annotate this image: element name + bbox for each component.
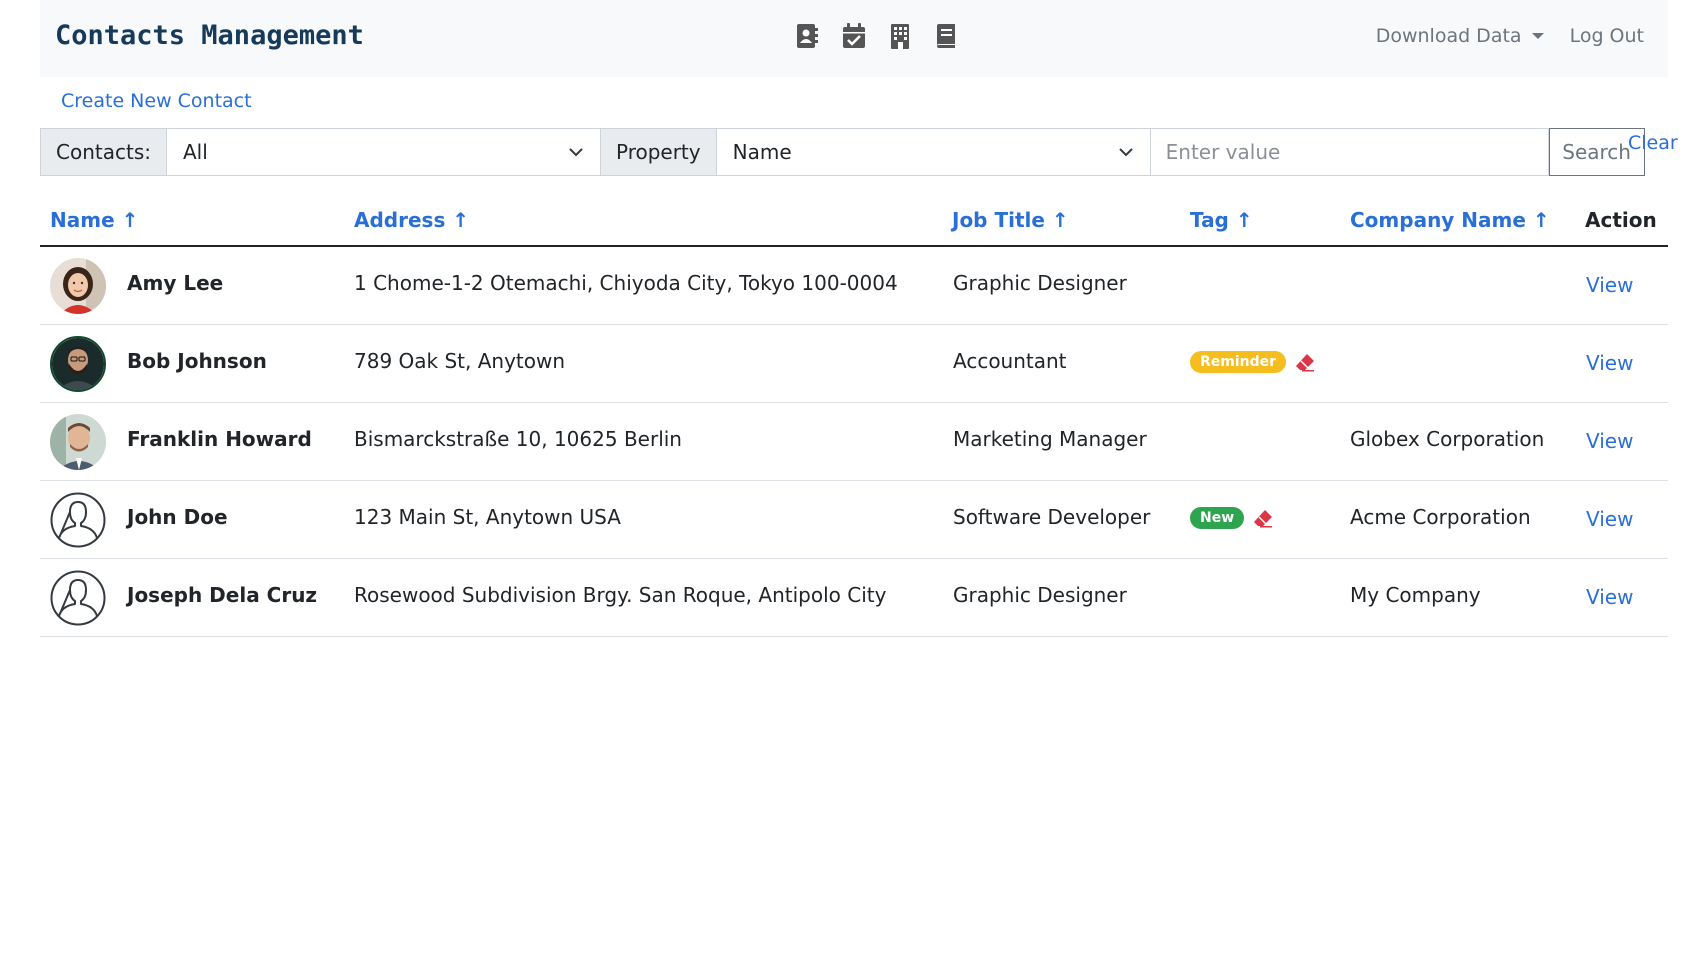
clear-link[interactable]: Clear [1628, 132, 1678, 154]
avatar [50, 414, 106, 470]
filter-bar: Contacts: All Property Name Enter value … [40, 128, 1645, 176]
view-link[interactable]: View [1586, 429, 1633, 453]
contact-job-title: Marketing Manager [953, 427, 1147, 451]
nav-icon-group [796, 22, 958, 50]
contact-company: My Company [1350, 583, 1481, 607]
header-name[interactable]: Name ↑ [50, 208, 138, 232]
tag-cell: New [1190, 507, 1274, 529]
table-header: Name ↑ Address ↑ Job Title ↑ Tag ↑ Compa… [40, 200, 1668, 247]
header-tag[interactable]: Tag ↑ [1190, 208, 1253, 232]
contact-name: Amy Lee [127, 271, 224, 295]
nav-right: Download Data Log Out [1376, 25, 1644, 47]
header-company[interactable]: Company Name ↑ [1350, 208, 1550, 232]
navbar: Contacts Management Download Data Log Ou… [40, 0, 1668, 77]
building-icon[interactable] [888, 22, 912, 50]
contacts-filter-value: All [182, 140, 208, 164]
contact-job-title: Graphic Designer [953, 271, 1127, 295]
tag-badge: Reminder [1190, 351, 1287, 373]
contact-address: Bismarckstraße 10, 10625 Berlin [354, 427, 682, 451]
contact-company: Acme Corporation [1350, 505, 1531, 529]
contacts-filter-select[interactable]: All [166, 128, 601, 176]
table-row: John Doe 123 Main St, Anytown USA Softwa… [40, 481, 1668, 559]
app-title[interactable]: Contacts Management [55, 20, 364, 51]
table-row: Joseph Dela Cruz Rosewood Subdivision Br… [40, 559, 1668, 637]
contact-job-title: Accountant [953, 349, 1067, 373]
property-select[interactable]: Name [716, 128, 1151, 176]
value-input[interactable]: Enter value [1150, 128, 1549, 176]
table-row: Amy Lee 1 Chome-1-2 Otemachi, Chiyoda Ci… [40, 247, 1668, 325]
contact-name: Franklin Howard [127, 427, 312, 451]
calendar-check-icon[interactable] [842, 22, 866, 50]
chevron-down-icon [1118, 148, 1133, 157]
contact-company: Globex Corporation [1350, 427, 1545, 451]
contacts-table: Name ↑ Address ↑ Job Title ↑ Tag ↑ Compa… [40, 200, 1668, 637]
contact-name: John Doe [127, 505, 228, 529]
table-row: Franklin Howard Bismarckstraße 10, 10625… [40, 403, 1668, 481]
book-icon[interactable] [934, 22, 958, 50]
download-data-dropdown[interactable]: Download Data [1376, 25, 1544, 47]
view-link[interactable]: View [1586, 351, 1633, 375]
create-contact-link[interactable]: Create New Contact [61, 90, 252, 112]
contact-address: Rosewood Subdivision Brgy. San Roque, An… [354, 583, 887, 607]
caret-down-icon [1531, 33, 1544, 39]
header-action: Action [1585, 208, 1657, 232]
contact-address: 789 Oak St, Anytown [354, 349, 566, 373]
view-link[interactable]: View [1586, 507, 1633, 531]
contact-name: Bob Johnson [127, 349, 267, 373]
eraser-icon[interactable] [1252, 507, 1274, 529]
table-row: Bob Johnson 789 Oak St, Anytown Accounta… [40, 325, 1668, 403]
tag-cell: Reminder [1190, 351, 1316, 373]
chevron-down-icon [569, 148, 583, 157]
contact-job-title: Software Developer [953, 505, 1151, 529]
view-link[interactable]: View [1586, 585, 1633, 609]
header-address[interactable]: Address ↑ [354, 208, 469, 232]
avatar [50, 258, 106, 314]
contact-address: 123 Main St, Anytown USA [354, 505, 621, 529]
contacts-filter-label: Contacts: [40, 128, 167, 176]
default-user-icon [50, 492, 106, 548]
default-user-icon [50, 570, 106, 626]
eraser-icon[interactable] [1294, 351, 1316, 373]
tag-badge: New [1190, 507, 1245, 529]
contact-address: 1 Chome-1-2 Otemachi, Chiyoda City, Toky… [354, 271, 898, 295]
app-container: Contacts Management Download Data Log Ou… [40, 0, 1678, 637]
download-data-label: Download Data [1375, 25, 1522, 47]
avatar [50, 336, 106, 392]
logout-link[interactable]: Log Out [1570, 25, 1644, 47]
contact-job-title: Graphic Designer [953, 583, 1127, 607]
property-select-value: Name [732, 140, 792, 164]
view-link[interactable]: View [1586, 273, 1633, 297]
property-label: Property [600, 128, 717, 176]
contact-name: Joseph Dela Cruz [127, 583, 318, 607]
contact-card-icon[interactable] [796, 22, 820, 50]
header-job-title[interactable]: Job Title ↑ [952, 208, 1069, 232]
